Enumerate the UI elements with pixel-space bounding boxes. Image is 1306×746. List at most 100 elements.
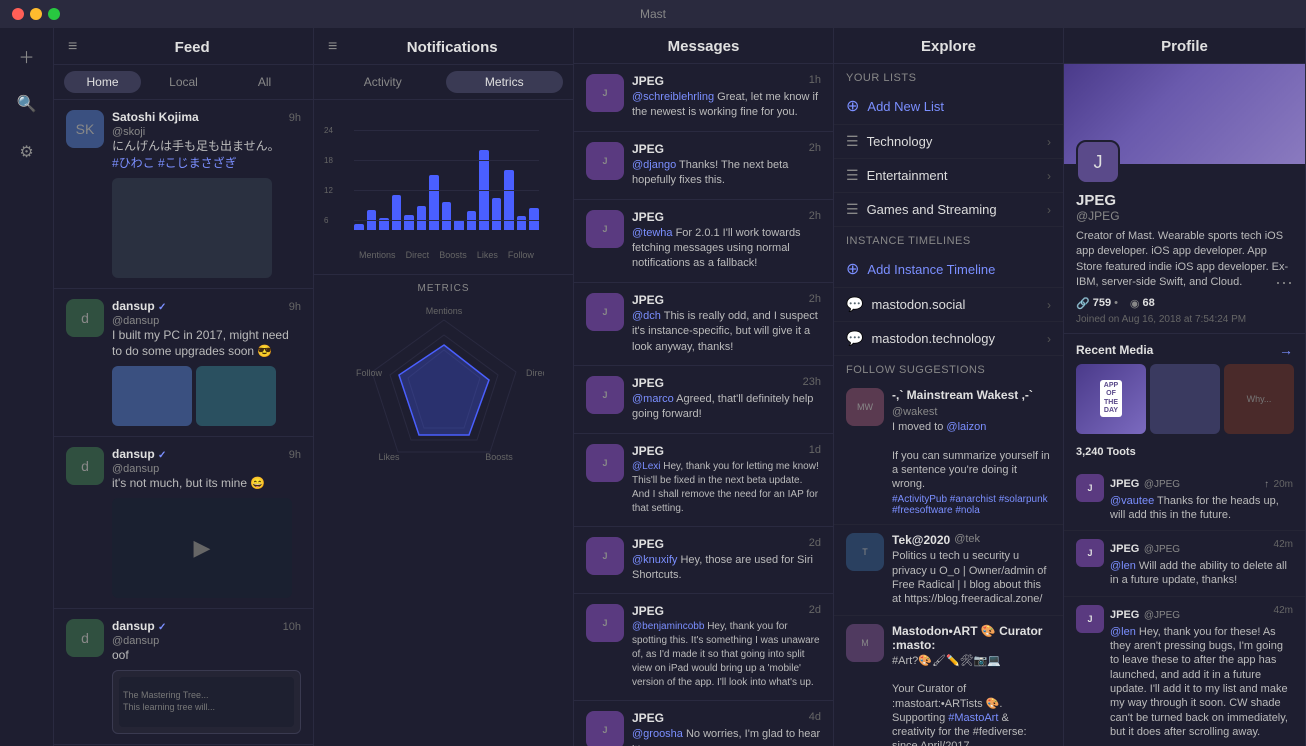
sidebar-add-button[interactable]: ＋: [9, 38, 45, 74]
avatar: d: [66, 299, 104, 337]
profile-info: JPEG @JPEG Creator of Mast. Wearable spo…: [1064, 164, 1305, 334]
post-time: 9h: [289, 112, 301, 124]
message-header: JPEG 2d: [632, 537, 821, 551]
message-item[interactable]: J JPEG 2h @tewha For 2.0.1 I'll work tow…: [574, 200, 833, 283]
add-instance-timeline-button[interactable]: ⊕ Add Instance Timeline: [834, 251, 1063, 288]
post-video[interactable]: ▶: [112, 498, 292, 598]
post-content: dansup ✓ 9h @dansup I built my PC in 201…: [112, 299, 301, 427]
notif-tab-activity[interactable]: Activity: [324, 71, 442, 93]
list-item-technology[interactable]: ☰ Technology ›: [834, 125, 1063, 159]
more-options-button[interactable]: ···: [1275, 272, 1293, 293]
chart-bar: [392, 195, 402, 230]
post-link: The Mastering Tree...This learning tree …: [112, 670, 301, 734]
message-author: JPEG: [632, 604, 664, 618]
feed-menu-icon[interactable]: ≡: [68, 38, 77, 56]
reply-text: @vautee Thanks for the heads up, will ad…: [1110, 494, 1293, 523]
message-text: @benjamincobb Hey, thank you for spottin…: [632, 620, 821, 690]
message-text: @marco Agreed, that'll definitely help g…: [632, 392, 821, 423]
minimize-button[interactable]: [30, 8, 42, 20]
feed-tab-local[interactable]: Local: [145, 71, 222, 93]
avatar: J: [586, 444, 624, 482]
message-time: 2h: [809, 210, 821, 224]
message-text: @dch This is really odd, and I suspect i…: [632, 309, 821, 355]
post-item[interactable]: d dansup ✓ 9h @dansup I built my PC in 2…: [54, 289, 313, 438]
chart-x-label: Direct: [406, 250, 430, 260]
reply-item[interactable]: J JPEG @JPEG 42m @len Hey, thank you for…: [1064, 597, 1305, 746]
instance-timelines-header: Instance Timelines: [834, 227, 1063, 251]
reply-item[interactable]: J JPEG @JPEG ↑ 20m @vautee: [1064, 466, 1305, 532]
suggestion-item[interactable]: MW -,` Mainstream Wakest ,-` @wakest I m…: [834, 380, 1063, 525]
list-item-games-streaming[interactable]: ☰ Games and Streaming ›: [834, 193, 1063, 227]
post-item[interactable]: SK Satoshi Kojima 9h @skoji にんげんは手も足も出ませ…: [54, 100, 313, 289]
bar-chart-area: 24 18 12 6: [314, 100, 573, 274]
feed-title: Feed: [85, 39, 299, 56]
instance-item-mastodon-technology[interactable]: 💬 mastodon.technology ›: [834, 322, 1063, 356]
message-item[interactable]: J JPEG 2d @benjamincobb Hey, thank you f…: [574, 594, 833, 701]
media-thumb[interactable]: Why...: [1224, 364, 1294, 434]
close-button[interactable]: [12, 8, 24, 20]
message-header: JPEG 1d: [632, 444, 821, 458]
chevron-right-icon: ›: [1047, 135, 1051, 149]
sidebar-settings-button[interactable]: ⚙: [9, 134, 45, 170]
feed-header: ≡ Feed: [54, 28, 313, 65]
suggestion-item[interactable]: T Tek@2020 @tek Politics u tech u securi…: [834, 525, 1063, 615]
message-author: JPEG: [632, 210, 664, 224]
message-item[interactable]: J JPEG 23h @marco Agreed, that'll defini…: [574, 366, 833, 434]
message-item[interactable]: J JPEG 2d @knuxify Hey, those are used f…: [574, 527, 833, 595]
media-thumb[interactable]: APPOFTHEDAY: [1076, 364, 1146, 434]
explore-content: Your Lists ⊕ Add New List ☰ Technology ›…: [834, 64, 1063, 746]
message-item[interactable]: J JPEG 2h @django Thanks! The next beta …: [574, 132, 833, 200]
chat-icon: 💬: [846, 296, 863, 313]
message-author: JPEG: [632, 711, 664, 725]
message-item[interactable]: J JPEG 4d @groosha No worries, I'm glad …: [574, 701, 833, 746]
messages-header: Messages: [574, 28, 833, 64]
add-new-list-button[interactable]: ⊕ Add New List: [834, 88, 1063, 125]
message-text: @groosha No worries, I'm glad to hear it…: [632, 727, 821, 746]
message-item[interactable]: J JPEG 1h @schreiblehrling Great, let me…: [574, 64, 833, 132]
chart-x-label: Likes: [477, 250, 498, 260]
message-content: JPEG 4d @groosha No worries, I'm glad to…: [632, 711, 821, 746]
suggestion-item[interactable]: M Mastodon•ART 🎨 Curator :masto: #Art?🎨🖌…: [834, 616, 1063, 746]
toot-count: 3,240 Toots: [1064, 442, 1305, 466]
message-header: JPEG 2h: [632, 142, 821, 156]
profile-content: J ··· JPEG @JPEG Creator of Mast. Wearab…: [1064, 64, 1305, 746]
message-item[interactable]: J JPEG 1d @Lexi Hey, thank you for letti…: [574, 434, 833, 527]
post-handle: @dansup: [112, 463, 301, 475]
suggestion-text: #Art?🎨🖌✏️🛠📷💻Your Curator of :mastoart:•A…: [892, 654, 1051, 746]
notifications-tabs: Activity Metrics: [314, 65, 573, 100]
media-thumb[interactable]: [1150, 364, 1220, 434]
window-controls[interactable]: [12, 8, 60, 20]
post-item[interactable]: d dansup ✓ 9h @dansup it's not much, but…: [54, 437, 313, 609]
maximize-button[interactable]: [48, 8, 60, 20]
reply-header: JPEG @JPEG 42m: [1110, 605, 1293, 623]
profile-handle: @JPEG: [1076, 209, 1293, 223]
arrow-right-icon[interactable]: →: [1279, 342, 1293, 358]
chart-bar: [454, 220, 464, 230]
feed-tab-all[interactable]: All: [226, 71, 303, 93]
reply-item[interactable]: J JPEG @JPEG 42m @len Will add the abili…: [1064, 531, 1305, 597]
post-author: dansup ✓: [112, 299, 166, 313]
notifications-menu-icon[interactable]: ≡: [328, 38, 337, 56]
chart-bar: [429, 175, 439, 230]
message-text: @django Thanks! The next beta hopefully …: [632, 158, 821, 189]
reply-text: @len Hey, thank you for these! As they a…: [1110, 625, 1293, 739]
profile-header: Profile: [1064, 28, 1305, 64]
sidebar-search-button[interactable]: 🔍: [9, 86, 45, 122]
feed-tab-home[interactable]: Home: [64, 71, 141, 93]
feed-tabs: Home Local All: [54, 65, 313, 100]
instance-item-mastodon-social[interactable]: 💬 mastodon.social ›: [834, 288, 1063, 322]
svg-text:Direct: Direct: [526, 368, 544, 378]
messages-column: Messages J JPEG 1h @schreiblehrling Grea…: [574, 28, 834, 746]
suggestion-header: Tek@2020 @tek: [892, 533, 1051, 547]
avatar: J: [586, 210, 624, 248]
avatar: d: [66, 447, 104, 485]
explore-header: Explore: [834, 28, 1063, 64]
message-content: JPEG 2d @benjamincobb Hey, thank you for…: [632, 604, 821, 690]
post-item[interactable]: d dansup ✓ 10h @dansup oof The Mastering…: [54, 609, 313, 745]
message-time: 1d: [809, 444, 821, 458]
notif-tab-metrics[interactable]: Metrics: [446, 71, 564, 93]
post-header: dansup ✓ 9h: [112, 447, 301, 461]
chart-bar: [404, 215, 414, 230]
list-item-entertainment[interactable]: ☰ Entertainment ›: [834, 159, 1063, 193]
message-item[interactable]: J JPEG 2h @dch This is really odd, and I…: [574, 283, 833, 366]
